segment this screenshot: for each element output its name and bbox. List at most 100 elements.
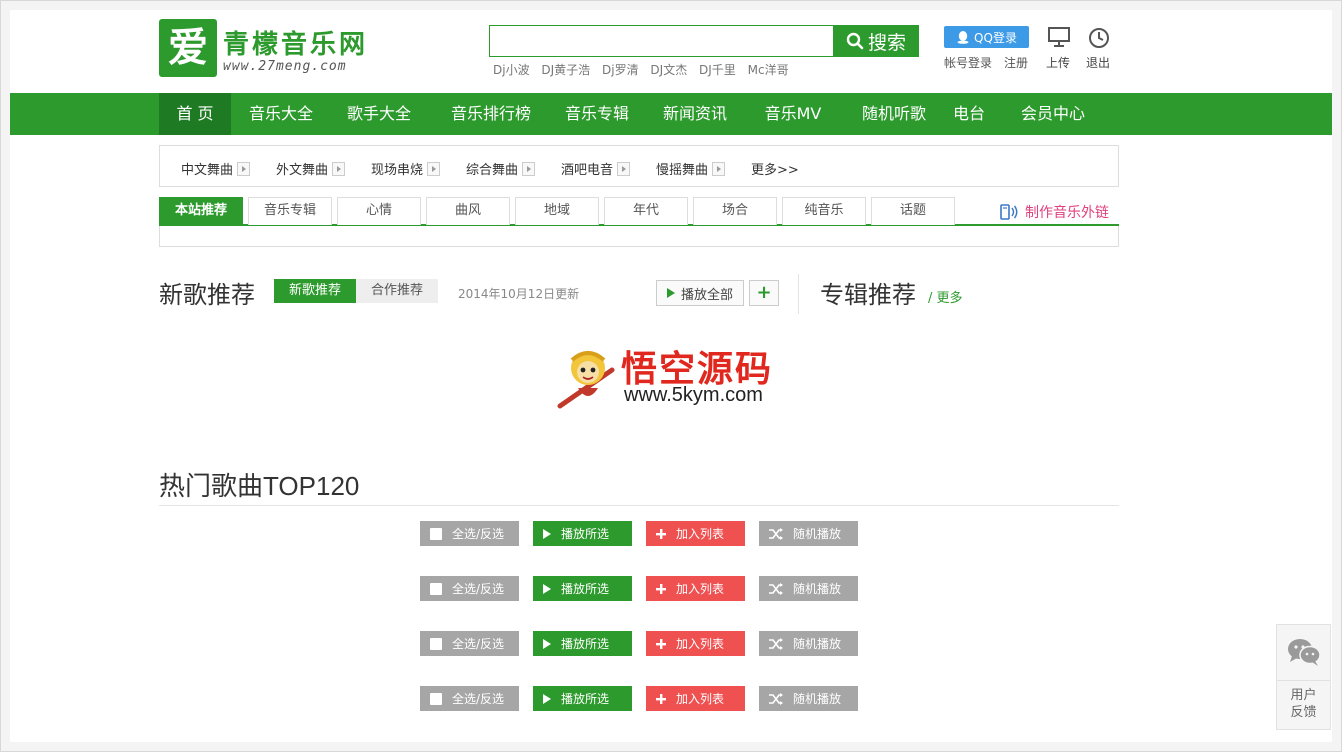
checkbox-icon (430, 582, 442, 595)
category-link[interactable]: 酒吧电音 (561, 159, 631, 178)
select-all-label: 全选/反选 (452, 527, 505, 541)
search-input[interactable] (489, 25, 835, 57)
logo-url: www.27meng.com (223, 59, 347, 74)
checkbox-icon (430, 692, 442, 705)
hotword-link[interactable]: DJ文杰 (650, 63, 687, 77)
account-login-link[interactable]: 帐号登录 (944, 54, 992, 71)
nav-item-random[interactable]: 随机听歌 (844, 93, 944, 135)
add-all-button[interactable]: + (749, 280, 779, 306)
category-label: 综合舞曲 (466, 163, 519, 178)
select-all-button[interactable]: 全选/反选 (420, 576, 519, 601)
tab-content (159, 225, 1119, 247)
hotword-link[interactable]: DJ千里 (699, 63, 736, 77)
albums-title: 专辑推荐 (820, 281, 916, 309)
nav-item-albums[interactable]: 音乐专辑 (552, 93, 642, 135)
add-to-list-label: 加入列表 (676, 582, 725, 596)
add-to-list-button[interactable]: 加入列表 (646, 521, 745, 546)
nav-item-mv[interactable]: 音乐MV (748, 93, 838, 135)
upload-button[interactable] (1044, 26, 1074, 52)
random-play-label: 随机播放 (793, 582, 842, 596)
nav-item-member[interactable]: 会员中心 (1008, 93, 1098, 135)
nav-item-radio[interactable]: 电台 (944, 93, 994, 135)
category-more-link[interactable]: 更多>> (751, 159, 799, 178)
nav-item-singers[interactable]: 歌手大全 (334, 93, 424, 135)
song-action-bar: 全选/反选 播放所选 加入列表 随机播放 (420, 686, 860, 711)
random-play-button[interactable]: 随机播放 (759, 686, 858, 711)
tab-era[interactable]: 年代 (604, 197, 688, 225)
checkbox-icon (430, 637, 442, 650)
play-all-button[interactable]: 播放全部 (656, 280, 744, 306)
tab-mood[interactable]: 心情 (337, 197, 421, 225)
search-button-label: 搜索 (867, 31, 906, 54)
hotword-link[interactable]: Mc洋哥 (748, 63, 789, 77)
nav-item-music[interactable]: 音乐大全 (236, 93, 326, 135)
albums-more-link[interactable]: / 更多 (928, 287, 963, 306)
tab-topics[interactable]: 话题 (871, 197, 955, 225)
select-all-button[interactable]: 全选/反选 (420, 686, 519, 711)
upload-label[interactable]: 上传 (1046, 54, 1070, 71)
random-play-button[interactable]: 随机播放 (759, 576, 858, 601)
random-play-label: 随机播放 (793, 637, 842, 651)
shuffle-icon (769, 692, 783, 705)
monkey-king-icon (557, 351, 615, 409)
play-all-label: 播放全部 (680, 287, 733, 303)
logo-title: 青檬音乐网 (223, 30, 369, 60)
recommend-tabs: 本站推荐 音乐专辑 心情 曲风 地域 年代 场合 纯音乐 话题 制作音乐外链 (159, 197, 1119, 247)
category-link[interactable]: 综合舞曲 (466, 159, 536, 178)
category-label: 外文舞曲 (276, 163, 329, 178)
tab-genre[interactable]: 曲风 (426, 197, 510, 225)
select-all-label: 全选/反选 (452, 637, 505, 651)
hotword-link[interactable]: Dj小波 (493, 63, 530, 77)
plus-icon (656, 638, 666, 649)
nav-item-news[interactable]: 新闻资讯 (650, 93, 740, 135)
new-songs-title: 新歌推荐 (159, 281, 255, 309)
select-all-button[interactable]: 全选/反选 (420, 521, 519, 546)
hotword-link[interactable]: Dj罗清 (602, 63, 639, 77)
site-logo[interactable]: 爱 青檬音乐网 www.27meng.com (159, 19, 379, 79)
plus-icon (656, 528, 666, 539)
arrow-right-icon (427, 161, 441, 176)
category-link[interactable]: 外文舞曲 (276, 159, 346, 178)
watermark-logo: 悟空源码 www.5kym.com (556, 340, 796, 412)
tab-albums[interactable]: 音乐专辑 (248, 197, 332, 225)
tab-occasion[interactable]: 场合 (693, 197, 777, 225)
tab-site-recommend[interactable]: 本站推荐 (159, 197, 243, 225)
external-link-label: 制作音乐外链 (1025, 205, 1109, 221)
add-to-list-button[interactable]: 加入列表 (646, 686, 745, 711)
register-link[interactable]: 注册 (1004, 54, 1028, 71)
nav-item-home[interactable]: 首 页 (159, 93, 231, 135)
logout-button[interactable] (1084, 26, 1114, 54)
select-all-button[interactable]: 全选/反选 (420, 631, 519, 656)
play-icon (543, 638, 551, 649)
play-selected-button[interactable]: 播放所选 (533, 521, 632, 546)
play-selected-button[interactable]: 播放所选 (533, 576, 632, 601)
random-play-button[interactable]: 随机播放 (759, 631, 858, 656)
feedback-widget[interactable]: 用户 反馈 (1276, 624, 1331, 730)
hot-search-words: Dj小波 DJ黄子浩 Dj罗清 DJ文杰 DJ千里 Mc洋哥 (493, 61, 797, 78)
play-selected-button[interactable]: 播放所选 (533, 631, 632, 656)
select-all-label: 全选/反选 (452, 582, 505, 596)
nav-item-charts[interactable]: 音乐排行榜 (436, 93, 546, 135)
external-link-button[interactable]: 制作音乐外链 (999, 202, 1109, 222)
tab-new-songs[interactable]: 新歌推荐 (274, 279, 356, 303)
search-button[interactable]: 搜索 (833, 25, 919, 57)
random-play-button[interactable]: 随机播放 (759, 521, 858, 546)
add-to-list-button[interactable]: 加入列表 (646, 631, 745, 656)
tab-pure-music[interactable]: 纯音乐 (782, 197, 866, 225)
play-selected-button[interactable]: 播放所选 (533, 686, 632, 711)
category-bar: 中文舞曲 外文舞曲 现场串烧 综合舞曲 酒吧电音 慢摇舞曲 更多>> (159, 145, 1119, 187)
category-link[interactable]: 现场串烧 (371, 159, 441, 178)
category-link[interactable]: 慢摇舞曲 (656, 159, 726, 178)
hotword-link[interactable]: DJ黄子浩 (541, 63, 590, 77)
tab-partner-recommend[interactable]: 合作推荐 (356, 279, 438, 303)
shuffle-icon (769, 637, 783, 650)
category-link[interactable]: 中文舞曲 (181, 159, 251, 178)
tab-region[interactable]: 地域 (515, 197, 599, 225)
section-divider (798, 274, 799, 314)
clock-icon (1089, 28, 1109, 48)
qq-login-button[interactable]: QQ登录 (944, 26, 1029, 48)
category-label: 慢摇舞曲 (656, 163, 709, 178)
logout-label[interactable]: 退出 (1086, 54, 1110, 71)
add-to-list-button[interactable]: 加入列表 (646, 576, 745, 601)
arrow-right-icon (332, 161, 346, 176)
